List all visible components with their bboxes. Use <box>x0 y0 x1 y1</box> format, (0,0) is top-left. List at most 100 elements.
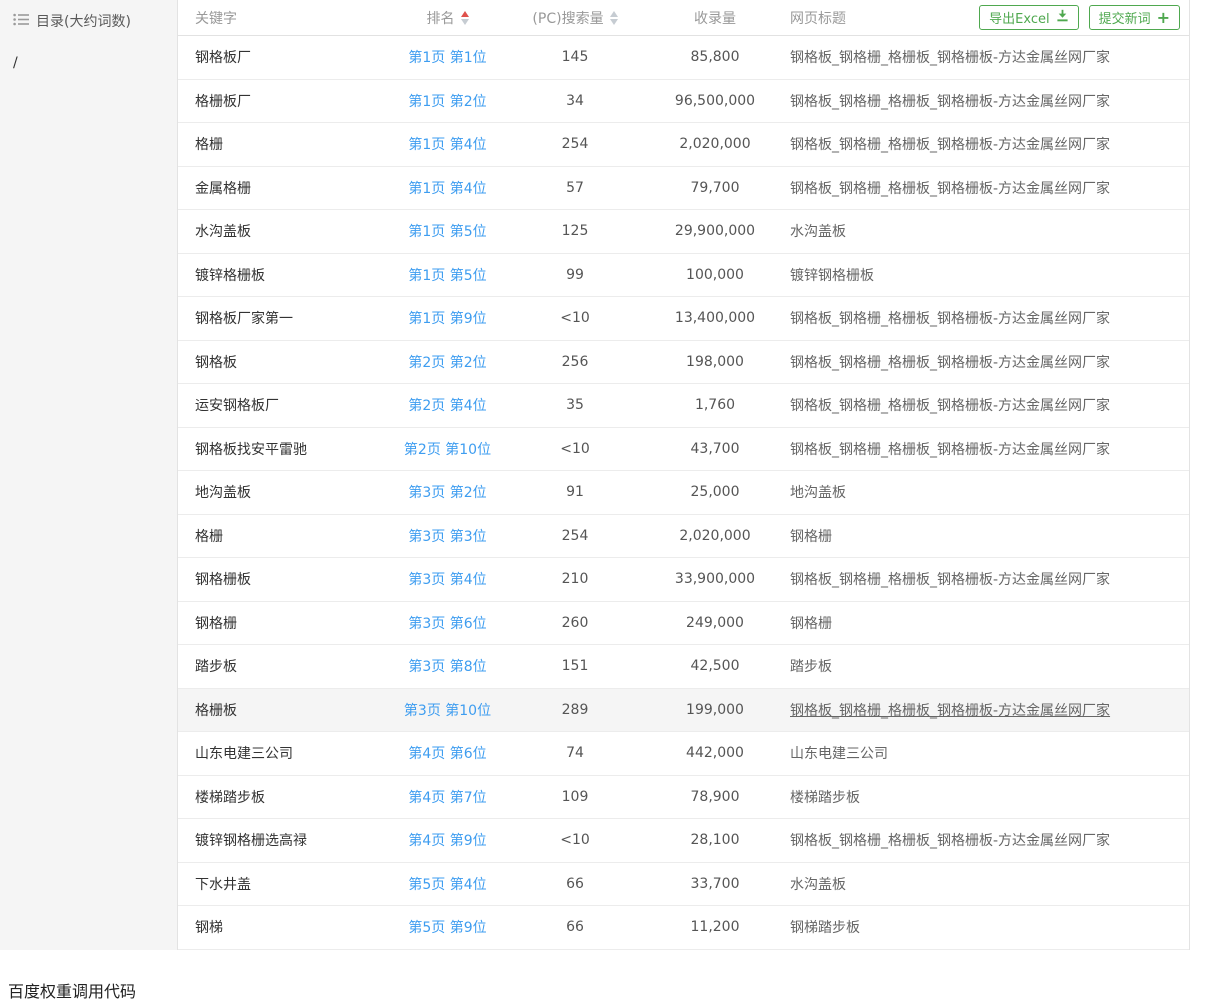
page-title-cell: 钢格板_钢格栅_格栅板_钢格栅板-方达金属丝网厂家 <box>785 395 1189 415</box>
rank-cell: 第2页 第4位 <box>390 395 505 415</box>
export-excel-button[interactable]: 导出Excel <box>979 5 1078 30</box>
indexed-count-cell: 33,700 <box>645 876 785 892</box>
table-row: 格栅板厂 第1页 第2位 34 96,500,000 钢格板_钢格栅_格栅板_钢… <box>178 80 1189 124</box>
table-row: 踏步板 第3页 第8位 151 42,500 踏步板 <box>178 645 1189 689</box>
indexed-count-cell: 43,700 <box>645 441 785 457</box>
rank-link[interactable]: 第4页 第6位 <box>408 746 486 762</box>
keyword-cell: 运安钢格板厂 <box>178 395 390 415</box>
rank-link[interactable]: 第3页 第10位 <box>404 703 491 719</box>
keyword-cell: 镀锌格栅板 <box>178 265 390 285</box>
indexed-count-cell: 249,000 <box>645 615 785 631</box>
table-row: 镀锌格栅板 第1页 第5位 99 100,000 镀锌钢格栅板 <box>178 254 1189 298</box>
page-title-cell: 钢格板_钢格栅_格栅板_钢格栅板-方达金属丝网厂家 <box>785 178 1189 198</box>
search-volume-cell: 254 <box>505 528 645 544</box>
column-header-rank[interactable]: 排名 <box>390 8 505 28</box>
indexed-count-cell: 28,100 <box>645 832 785 848</box>
rank-link[interactable]: 第4页 第9位 <box>408 833 486 849</box>
rank-link[interactable]: 第4页 第7位 <box>408 790 486 806</box>
rank-link[interactable]: 第1页 第2位 <box>408 94 486 110</box>
search-volume-cell: 256 <box>505 354 645 370</box>
search-sort-icon[interactable] <box>610 11 618 25</box>
keyword-cell: 地沟盖板 <box>178 482 390 502</box>
indexed-count-cell: 199,000 <box>645 702 785 718</box>
table-row: 山东电建三公司 第4页 第6位 74 442,000 山东电建三公司 <box>178 732 1189 776</box>
table-row: 下水井盖 第5页 第4位 66 33,700 水沟盖板 <box>178 863 1189 907</box>
rank-cell: 第1页 第4位 <box>390 178 505 198</box>
sidebar-item-root[interactable]: / <box>13 55 177 71</box>
rank-link[interactable]: 第3页 第2位 <box>408 485 486 501</box>
rank-cell: 第3页 第3位 <box>390 526 505 546</box>
download-icon <box>1056 9 1069 26</box>
list-icon <box>13 13 29 30</box>
keyword-cell: 格栅板 <box>178 700 390 720</box>
keyword-cell: 下水井盖 <box>178 874 390 894</box>
keyword-cell: 钢梯 <box>178 917 390 937</box>
rank-cell: 第5页 第9位 <box>390 917 505 937</box>
keyword-cell: 钢格栅板 <box>178 569 390 589</box>
page-title-cell: 钢梯踏步板 <box>785 917 1189 937</box>
page-title-cell: 钢格板_钢格栅_格栅板_钢格栅板-方达金属丝网厂家 <box>785 308 1189 328</box>
page-title-cell: 钢格栅 <box>785 613 1189 633</box>
rank-link[interactable]: 第1页 第4位 <box>408 181 486 197</box>
search-volume-cell: 35 <box>505 397 645 413</box>
table-row: 钢格栅板 第3页 第4位 210 33,900,000 钢格板_钢格栅_格栅板_… <box>178 558 1189 602</box>
rank-link[interactable]: 第1页 第9位 <box>408 311 486 327</box>
search-volume-cell: 34 <box>505 93 645 109</box>
rank-link[interactable]: 第3页 第4位 <box>408 572 486 588</box>
page-title-cell: 钢格板_钢格栅_格栅板_钢格栅板-方达金属丝网厂家 <box>785 91 1189 111</box>
export-excel-label: 导出Excel <box>989 8 1049 27</box>
search-volume-cell: 91 <box>505 484 645 500</box>
rank-cell: 第3页 第10位 <box>390 700 505 720</box>
rank-sort-icon[interactable] <box>461 11 469 25</box>
page-title-cell: 钢格板_钢格栅_格栅板_钢格栅板-方达金属丝网厂家 <box>785 134 1189 154</box>
page-title-cell: 钢格板_钢格栅_格栅板_钢格栅板-方达金属丝网厂家 <box>785 700 1189 720</box>
rank-link[interactable]: 第1页 第5位 <box>408 268 486 284</box>
page-title-cell: 镀锌钢格栅板 <box>785 265 1189 285</box>
page-title-cell: 钢格板_钢格栅_格栅板_钢格栅板-方达金属丝网厂家 <box>785 830 1189 850</box>
search-volume-cell: <10 <box>505 310 645 326</box>
table-row: 钢格板 第2页 第2位 256 198,000 钢格板_钢格栅_格栅板_钢格栅板… <box>178 341 1189 385</box>
keyword-cell: 钢格板厂 <box>178 47 390 67</box>
rank-link[interactable]: 第2页 第4位 <box>408 398 486 414</box>
search-volume-cell: 125 <box>505 223 645 239</box>
search-volume-cell: 74 <box>505 745 645 761</box>
rank-cell: 第3页 第6位 <box>390 613 505 633</box>
rank-link[interactable]: 第3页 第8位 <box>408 659 486 675</box>
search-volume-cell: 254 <box>505 136 645 152</box>
rank-link[interactable]: 第2页 第10位 <box>404 442 491 458</box>
keyword-cell: 钢格板 <box>178 352 390 372</box>
page-title-cell: 水沟盖板 <box>785 874 1189 894</box>
rank-link[interactable]: 第5页 第4位 <box>408 877 486 893</box>
rank-cell: 第2页 第2位 <box>390 352 505 372</box>
rank-link[interactable]: 第2页 第2位 <box>408 355 486 371</box>
indexed-count-cell: 2,020,000 <box>645 136 785 152</box>
rank-link[interactable]: 第1页 第5位 <box>408 224 486 240</box>
table-row: 运安钢格板厂 第2页 第4位 35 1,760 钢格板_钢格栅_格栅板_钢格栅板… <box>178 384 1189 428</box>
keyword-cell: 钢格板找安平雷驰 <box>178 439 390 459</box>
submit-new-words-label: 提交新词 <box>1099 8 1151 27</box>
search-volume-cell: 210 <box>505 571 645 587</box>
column-header-search[interactable]: (PC)搜索量 <box>505 8 645 28</box>
rank-link[interactable]: 第1页 第4位 <box>408 137 486 153</box>
submit-new-words-button[interactable]: 提交新词 + <box>1089 5 1180 30</box>
rank-link[interactable]: 第1页 第1位 <box>408 50 486 66</box>
indexed-count-cell: 2,020,000 <box>645 528 785 544</box>
keyword-cell: 水沟盖板 <box>178 221 390 241</box>
rank-link[interactable]: 第5页 第9位 <box>408 920 486 936</box>
baidu-weight-code-label: 百度权重调用代码 <box>8 978 136 1002</box>
search-volume-cell: 99 <box>505 267 645 283</box>
page-title-cell: 楼梯踏步板 <box>785 787 1189 807</box>
column-header-keyword: 关键字 <box>178 8 390 28</box>
indexed-count-cell: 198,000 <box>645 354 785 370</box>
rank-link[interactable]: 第3页 第6位 <box>408 616 486 632</box>
table-row: 楼梯踏步板 第4页 第7位 109 78,900 楼梯踏步板 <box>178 776 1189 820</box>
rank-cell: 第4页 第9位 <box>390 830 505 850</box>
keyword-cell: 钢格板厂家第一 <box>178 308 390 328</box>
rank-cell: 第3页 第2位 <box>390 482 505 502</box>
indexed-count-cell: 29,900,000 <box>645 223 785 239</box>
search-volume-cell: 66 <box>505 876 645 892</box>
table-row: 钢格板找安平雷驰 第2页 第10位 <10 43,700 钢格板_钢格栅_格栅板… <box>178 428 1189 472</box>
rank-link[interactable]: 第3页 第3位 <box>408 529 486 545</box>
page-title-cell: 水沟盖板 <box>785 221 1189 241</box>
rank-cell: 第1页 第5位 <box>390 221 505 241</box>
